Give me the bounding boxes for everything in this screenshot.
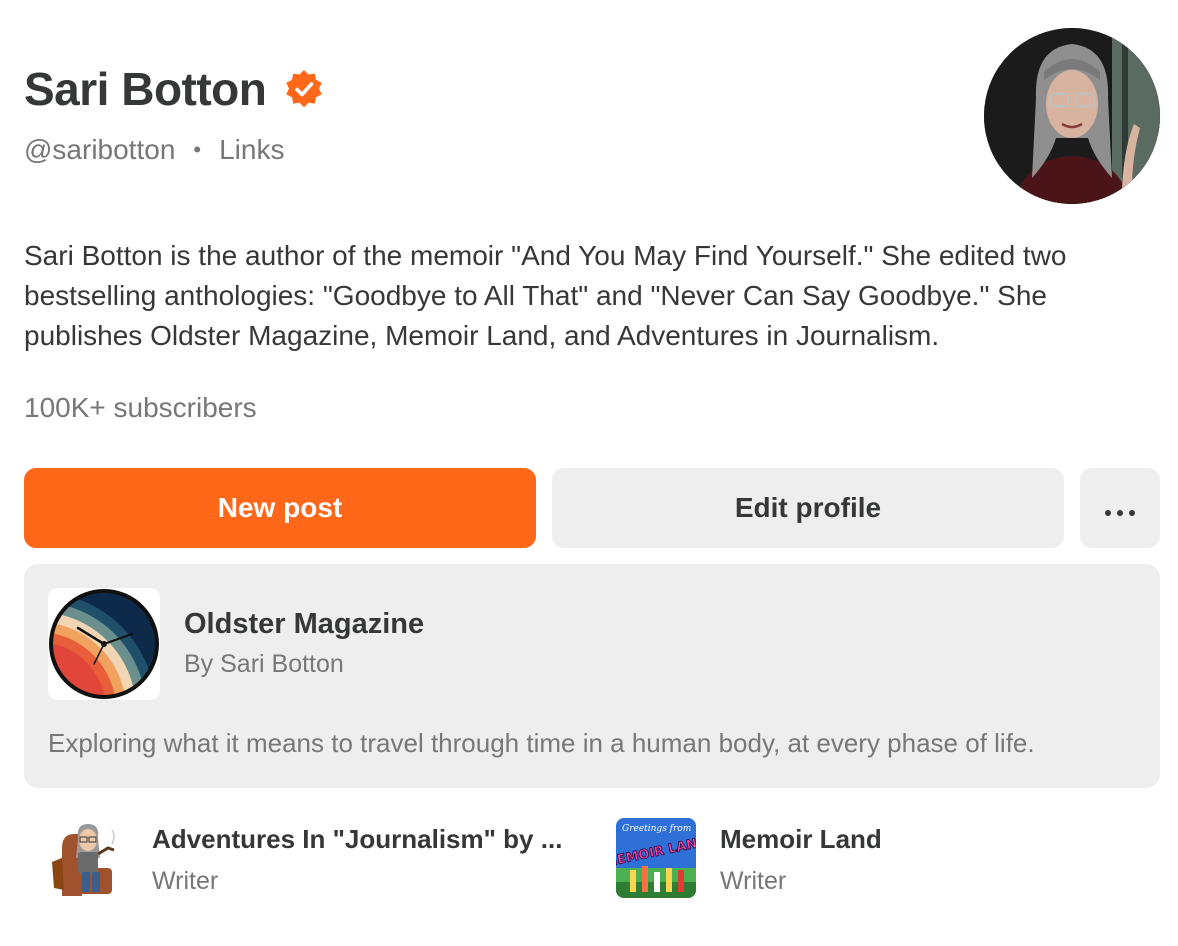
other-publication-role: Writer <box>152 867 219 895</box>
avatar[interactable] <box>984 28 1160 204</box>
bitmoji-writer-icon <box>48 818 128 898</box>
profile-header: Sari Botton <box>24 62 324 116</box>
publication-title[interactable]: Oldster Magazine <box>184 608 424 641</box>
links-link[interactable]: Links <box>219 134 284 166</box>
subscriber-count: 100K+ subscribers <box>24 392 257 423</box>
ellipsis-icon <box>1104 492 1136 524</box>
other-publication-item[interactable]: Adventures In "Journalism" by ... Writer <box>48 818 562 898</box>
more-options-button[interactable] <box>1080 468 1160 548</box>
other-publication-role: Writer <box>720 867 787 895</box>
edit-profile-button[interactable]: Edit profile <box>552 468 1064 548</box>
other-publication-item[interactable]: Greetings from MEMOIR LAND Memoir Land W… <box>616 818 882 898</box>
meta-separator: • <box>193 137 202 162</box>
featured-publication-card[interactable]: Oldster Magazine By Sari Botton Explorin… <box>24 564 1160 788</box>
postcard-small-text: Greetings from <box>622 824 691 834</box>
other-publication-title[interactable]: Memoir Land <box>720 824 882 855</box>
profile-handle: @saribotton <box>24 134 176 165</box>
profile-name: Sari Botton <box>24 63 267 115</box>
oldster-clock-logo-icon <box>48 588 160 700</box>
publication-description: Exploring what it means to travel throug… <box>48 728 1035 758</box>
new-post-button[interactable]: New post <box>24 468 536 548</box>
memoir-land-postcard-icon: Greetings from MEMOIR LAND <box>616 818 696 898</box>
other-publication-title[interactable]: Adventures In "Journalism" by ... <box>152 824 562 855</box>
verified-badge-icon <box>284 69 324 109</box>
profile-bio: Sari Botton is the author of the memoir … <box>24 240 1067 351</box>
publication-byline: By Sari Botton <box>184 650 344 678</box>
profile-meta: @saribotton • Links <box>24 134 284 166</box>
